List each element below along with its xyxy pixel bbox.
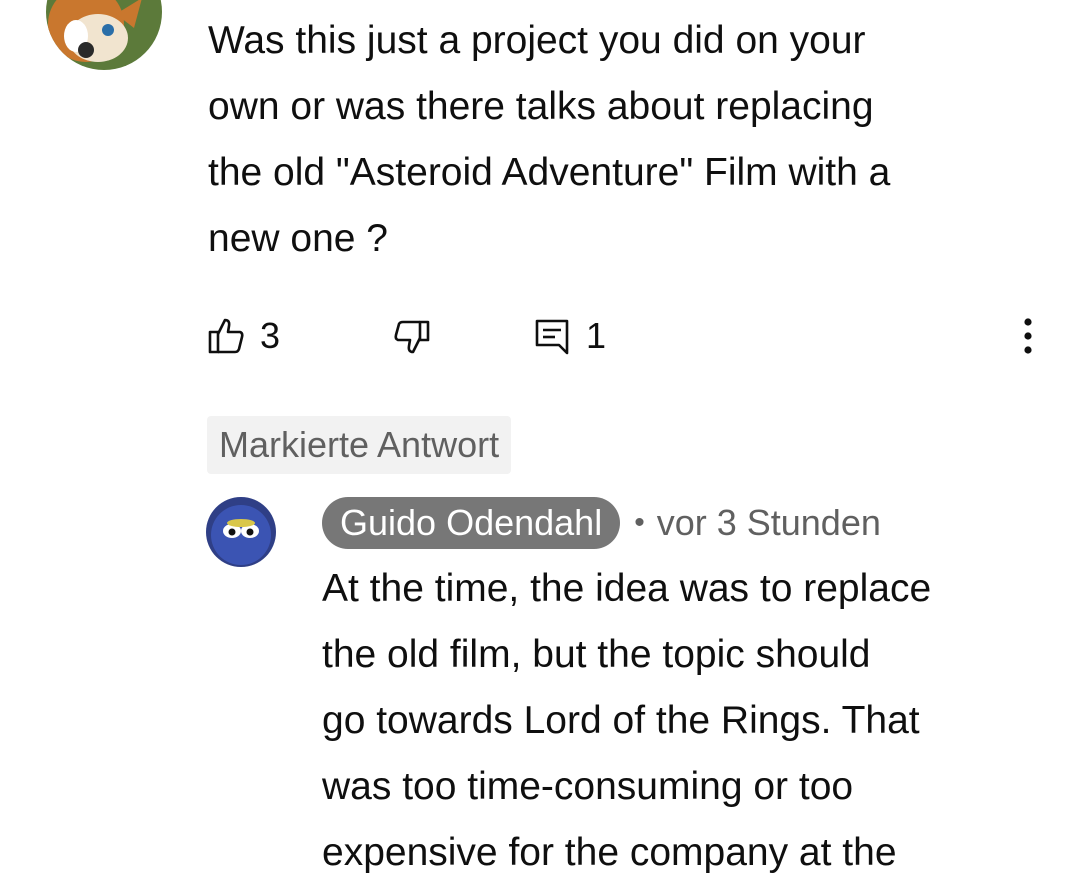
reply-header: Guido Odendahl • vor 3 Stunden xyxy=(322,497,881,549)
reply-count: 1 xyxy=(586,315,607,356)
more-vertical-icon xyxy=(1023,316,1033,356)
meta-separator: • xyxy=(634,506,645,539)
reply-timestamp: vor 3 Stunden xyxy=(656,502,881,543)
comment-thread: Was this just a project you did on your … xyxy=(0,0,1080,886)
reply-author-name[interactable]: Guido Odendahl xyxy=(322,497,621,549)
thumbs-down-icon xyxy=(390,316,430,356)
dislike-button[interactable] xyxy=(390,308,430,364)
like-button[interactable]: 3 xyxy=(208,308,280,364)
reply-author-avatar[interactable] xyxy=(206,497,276,567)
comment-text: Was this just a project you did on your … xyxy=(208,19,891,260)
comment-reply-icon xyxy=(534,316,570,356)
commenter-avatar[interactable] xyxy=(46,0,162,70)
more-options-button[interactable] xyxy=(1008,308,1048,364)
highlighted-reply-badge: Markierte Antwort xyxy=(207,416,512,474)
thumbs-up-icon xyxy=(208,316,244,356)
reply-text: At the time, the idea was to replace the… xyxy=(322,567,932,874)
reply-button[interactable]: 1 xyxy=(534,308,606,364)
comment-actions: 3 1 xyxy=(0,308,1080,364)
like-count: 3 xyxy=(260,315,281,356)
